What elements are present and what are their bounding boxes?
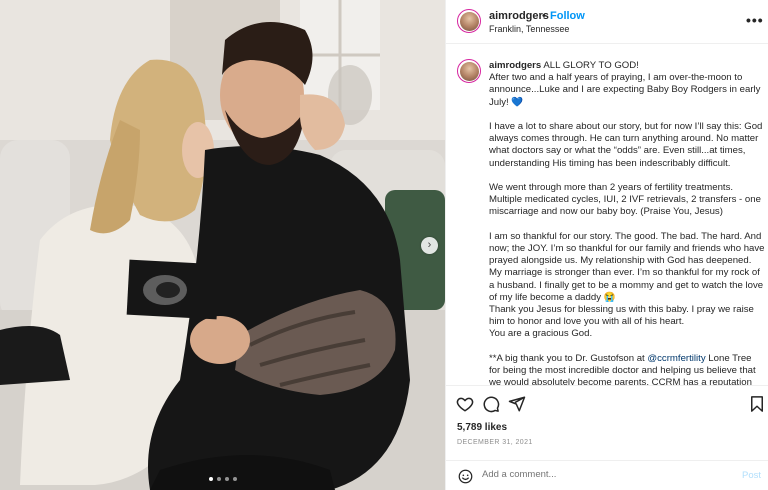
heart-icon[interactable] (456, 395, 474, 413)
caption-paragraph: Thank you Jesus for blessing us with thi… (489, 304, 754, 328)
caption-paragraph: I am so thankful for our story. The good… (489, 230, 765, 303)
emoji-icon[interactable] (458, 469, 473, 484)
caption-paragraph: You are a gracious God. (489, 328, 593, 340)
comment-bar: Post (446, 460, 768, 490)
caption-username[interactable]: aimrodgers (489, 60, 541, 71)
likes-count[interactable]: 5,789 likes (457, 422, 507, 433)
bookmark-icon[interactable] (748, 395, 766, 413)
carousel-dot (232, 477, 237, 481)
mention-link[interactable]: @ccrmfertility (647, 353, 705, 364)
carousel-dot (216, 477, 221, 481)
avatar[interactable] (457, 9, 481, 33)
post-comment-button[interactable]: Post (742, 470, 761, 481)
caption-paragraph: We went through more than 2 years of fer… (489, 182, 761, 218)
carousel-dot (224, 477, 229, 481)
photo-illustration (0, 0, 445, 490)
more-options-icon[interactable]: ••• (746, 12, 764, 28)
carousel-next-button[interactable]: › (421, 237, 438, 254)
caption-paragraph: After two and a half years of praying, I… (489, 72, 761, 108)
actions-section: 5,789 likes DECEMBER 31, 2021 Post (446, 385, 768, 490)
comment-icon[interactable] (482, 395, 500, 413)
header-username[interactable]: aimrodgers (489, 10, 549, 22)
caption: aimrodgers ALL GLORY TO GOD! After two a… (489, 60, 765, 385)
location-link[interactable]: Franklin, Tennessee (489, 24, 569, 34)
caption-first-line: ALL GLORY TO GOD! (543, 60, 639, 71)
avatar[interactable] (457, 59, 481, 83)
post-photo: › (0, 0, 445, 490)
follow-button[interactable]: Follow (550, 10, 585, 22)
post-date[interactable]: DECEMBER 31, 2021 (457, 439, 533, 446)
caption-thanks-text: **A big thank you to Dr. Gustofson at (489, 352, 648, 364)
post-side-panel: aimrodgers • Follow Franklin, Tennessee … (445, 0, 768, 490)
share-icon[interactable] (508, 395, 526, 413)
caption-paragraph: I have a lot to share about our story, b… (489, 121, 763, 169)
comment-input[interactable] (482, 469, 722, 480)
header-separator: • (542, 10, 546, 22)
carousel-dots (0, 477, 445, 481)
carousel-dot (208, 477, 213, 481)
caption-area: aimrodgers ALL GLORY TO GOD! After two a… (446, 45, 768, 385)
post-header: aimrodgers • Follow Franklin, Tennessee … (446, 0, 768, 44)
